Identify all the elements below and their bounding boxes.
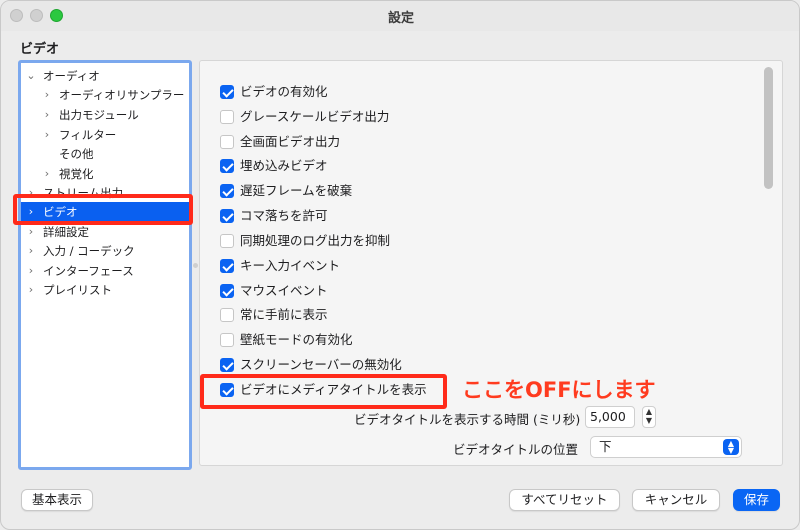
option-label: 遅延フレームを破棄 bbox=[240, 183, 353, 198]
settings-tree: ⌄ オーディオ › オーディオリサンプラー › 出力モジュール › フィルター … bbox=[18, 60, 192, 470]
checkbox[interactable] bbox=[220, 184, 234, 198]
reset-all-button[interactable]: すべてリセット bbox=[509, 489, 620, 511]
checkbox[interactable] bbox=[220, 110, 234, 124]
option-label: 常に手前に表示 bbox=[240, 307, 328, 322]
annotation-text: ここをOFFにします bbox=[462, 378, 656, 402]
option-label: スクリーンセーバーの無効化 bbox=[240, 357, 402, 372]
tree-item-filters[interactable]: › フィルター bbox=[21, 125, 189, 145]
chevron-right-icon[interactable]: › bbox=[26, 222, 36, 242]
tree-item-label: オーディオリサンプラー bbox=[59, 88, 185, 102]
title-duration-input[interactable]: 5,000 bbox=[585, 406, 635, 428]
checkbox[interactable] bbox=[220, 209, 234, 223]
checkbox[interactable] bbox=[220, 308, 234, 322]
checkbox[interactable] bbox=[220, 284, 234, 298]
tree-item-label: オーディオ bbox=[43, 69, 100, 83]
option-label: 全画面ビデオ出力 bbox=[240, 134, 341, 149]
title-position-label: ビデオタイトルの位置 bbox=[452, 442, 578, 457]
media-title-highlight-box bbox=[200, 374, 447, 409]
checkbox[interactable] bbox=[220, 135, 234, 149]
preferences-window: 設定 ビデオ ⌄ オーディオ › オーディオリサンプラー › 出力モジュール ›… bbox=[0, 0, 800, 530]
checkbox[interactable] bbox=[220, 159, 234, 173]
tree-item-playlist[interactable]: › プレイリスト bbox=[21, 280, 189, 300]
checkbox[interactable] bbox=[220, 358, 234, 372]
video-settings-panel: ビデオの有効化 グレースケールビデオ出力 全画面ビデオ出力 埋め込みビデオ 遅延… bbox=[199, 60, 783, 466]
video-highlight-box bbox=[13, 194, 193, 225]
title-duration-stepper[interactable]: ▲ ▼ bbox=[642, 406, 656, 428]
option-label: コマ落ちを許可 bbox=[240, 208, 328, 223]
basic-view-button[interactable]: 基本表示 bbox=[21, 489, 93, 511]
option-label: 壁紙モードの有効化 bbox=[240, 332, 353, 347]
chevron-down-icon[interactable]: ▼ bbox=[646, 416, 652, 425]
section-title: ビデオ bbox=[20, 42, 60, 57]
tree-item-label: 視覚化 bbox=[59, 167, 94, 181]
option-label: キー入力イベント bbox=[240, 258, 341, 273]
tree-item-label: 詳細設定 bbox=[43, 225, 89, 239]
save-button[interactable]: 保存 bbox=[733, 489, 780, 511]
tree-item-input-codecs[interactable]: › 入力 / コーデック bbox=[21, 241, 189, 261]
chevron-up-icon[interactable]: ▲ bbox=[646, 407, 652, 416]
splitter-handle[interactable] bbox=[193, 263, 198, 268]
tree-item-label: インターフェース bbox=[43, 264, 134, 278]
scrollbar-thumb[interactable] bbox=[764, 67, 773, 189]
checkbox[interactable] bbox=[220, 259, 234, 273]
option-label: 埋め込みビデオ bbox=[240, 158, 328, 173]
tree-item-label: 入力 / コーデック bbox=[43, 244, 135, 258]
checkbox[interactable] bbox=[220, 234, 234, 248]
chevron-right-icon[interactable]: › bbox=[42, 85, 52, 105]
option-label: 同期処理のログ出力を抑制 bbox=[240, 233, 391, 248]
tree-item-advanced[interactable]: › 詳細設定 bbox=[21, 222, 189, 242]
cancel-button[interactable]: キャンセル bbox=[632, 489, 720, 511]
tree-item-audio[interactable]: ⌄ オーディオ bbox=[21, 66, 189, 86]
tree-item-interface[interactable]: › インターフェース bbox=[21, 261, 189, 281]
checkbox[interactable] bbox=[220, 85, 234, 99]
title-position-select[interactable]: 下 ▲ ▼ bbox=[590, 436, 742, 458]
title-position-value: 下 bbox=[599, 439, 612, 454]
tree-item-visualization[interactable]: › 視覚化 bbox=[21, 164, 189, 184]
checkbox[interactable] bbox=[220, 333, 234, 347]
tree-item-audio-resampler[interactable]: › オーディオリサンプラー bbox=[21, 85, 189, 105]
chevron-down-icon[interactable]: ⌄ bbox=[26, 66, 36, 86]
option-label: グレースケールビデオ出力 bbox=[240, 109, 390, 124]
tree-item-label: 出力モジュール bbox=[59, 108, 139, 122]
title-bar: 設定 bbox=[1, 1, 799, 31]
tree-item-label: プレイリスト bbox=[43, 283, 112, 297]
tree-item-misc[interactable]: その他 bbox=[21, 144, 189, 164]
tree-item-label: フィルター bbox=[59, 128, 117, 142]
option-label: ビデオの有効化 bbox=[240, 84, 328, 99]
tree-item-label: その他 bbox=[59, 147, 94, 161]
chevron-right-icon[interactable]: › bbox=[26, 241, 36, 261]
option-label: マウスイベント bbox=[240, 283, 328, 298]
chevron-right-icon[interactable]: › bbox=[42, 125, 52, 145]
updown-chevron-icon[interactable]: ▲ ▼ bbox=[723, 439, 739, 455]
chevron-right-icon[interactable]: › bbox=[42, 105, 52, 125]
chevron-right-icon[interactable]: › bbox=[26, 280, 36, 300]
chevron-right-icon[interactable]: › bbox=[42, 164, 52, 184]
title-duration-label: ビデオタイトルを表示する時間 (ミリ秒) bbox=[354, 412, 581, 427]
window-title: 設定 bbox=[387, 11, 414, 26]
chevron-right-icon[interactable]: › bbox=[26, 261, 36, 281]
tree-item-output-modules[interactable]: › 出力モジュール bbox=[21, 105, 189, 125]
